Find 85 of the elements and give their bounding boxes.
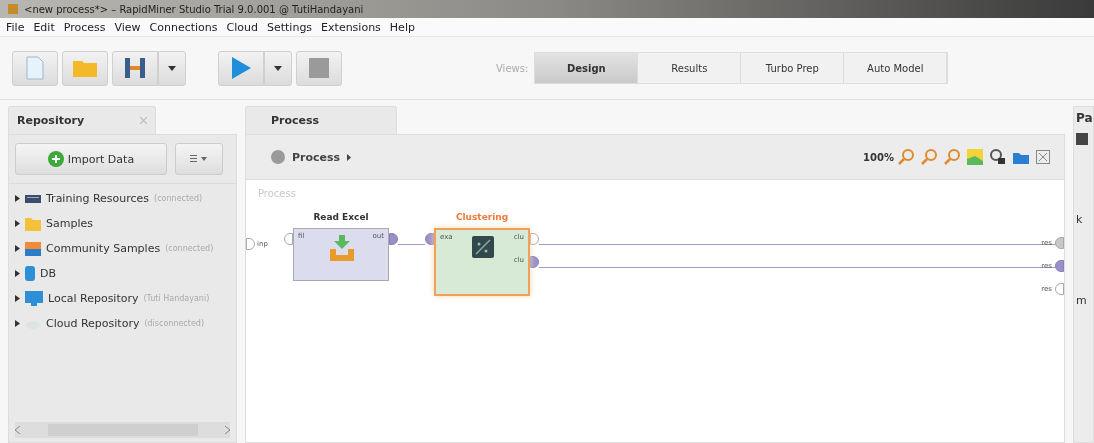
menu-item[interactable]: Help [389, 20, 415, 34]
menu-item[interactable]: Process [63, 20, 106, 34]
zoom-fit-icon[interactable] [944, 149, 960, 165]
operator-title: Clustering [455, 212, 509, 222]
expand-arrow-icon[interactable] [15, 320, 20, 327]
expand-arrow-icon[interactable] [15, 295, 20, 302]
repository-item[interactable]: DB [40, 267, 57, 280]
view-tab[interactable]: Results [638, 53, 742, 83]
import-data-button[interactable]: Import Data [15, 143, 167, 175]
stop-icon [309, 58, 329, 78]
excel-import-icon [330, 235, 354, 261]
breadcrumb-link[interactable]: Process [292, 150, 341, 164]
menu-button[interactable] [175, 143, 223, 175]
menu-item[interactable]: Edit [33, 20, 55, 34]
views-label: Views: [496, 62, 529, 74]
monitor-icon [25, 291, 43, 306]
caret-right-icon[interactable] [347, 153, 352, 161]
stop-button[interactable] [296, 50, 342, 86]
document-icon [25, 56, 45, 80]
expand-arrow-icon[interactable] [15, 245, 20, 252]
caret-icon [274, 65, 282, 71]
app-icon [8, 4, 18, 14]
process-tab[interactable]: Process [245, 106, 397, 134]
status-note: (disconnected) [144, 319, 205, 328]
plus-circle-icon [47, 151, 64, 167]
save-button[interactable] [112, 50, 158, 86]
caret-icon [168, 65, 176, 71]
expand-arrow-icon[interactable] [15, 195, 20, 202]
view-tab[interactable]: Turbo Prep [741, 53, 845, 83]
output-port[interactable] [530, 256, 539, 268]
menu-item[interactable]: Settings [267, 20, 313, 34]
scroll-right-icon[interactable] [225, 426, 230, 434]
output-port[interactable] [530, 233, 539, 245]
repository-tab[interactable]: Repository [8, 106, 156, 134]
folders-icon[interactable] [1013, 150, 1029, 164]
window-title: <new process*> – RapidMiner Studio Trial 9.0.001 @ TutiHandayani [24, 3, 364, 15]
repository-item[interactable]: Training Resources [46, 192, 150, 205]
repository-item[interactable]: Cloud Repository [46, 317, 140, 330]
fullscreen-icon[interactable] [1036, 150, 1050, 164]
menu-item[interactable]: Cloud [226, 20, 258, 34]
result-port[interactable] [1055, 237, 1064, 249]
menu-icon [190, 155, 208, 163]
menu-item[interactable]: Connections [149, 20, 218, 34]
status-note: (Tuti Handayani) [143, 294, 210, 303]
result-port[interactable] [1055, 260, 1064, 272]
scroll-left-icon[interactable] [15, 426, 20, 434]
view-tab[interactable]: Design [535, 53, 639, 83]
menu-item[interactable]: Extensions [321, 20, 381, 34]
new-document-button[interactable] [12, 50, 58, 86]
horizontal-scrollbar[interactable] [15, 422, 230, 438]
play-icon [230, 56, 252, 80]
panel-title: Pa [1076, 111, 1093, 125]
input-port[interactable] [246, 238, 255, 250]
database-icon [25, 266, 35, 281]
parameter-label: m [1076, 294, 1088, 307]
run-dropdown[interactable] [264, 50, 292, 86]
zoom-out-icon[interactable] [921, 149, 937, 165]
run-button[interactable] [218, 50, 264, 86]
connection-wire [398, 244, 425, 246]
menu-item[interactable]: View [114, 20, 141, 34]
parameter-label: k [1076, 213, 1084, 226]
repository-item[interactable]: Local Repository [48, 292, 139, 305]
menu-item[interactable]: File [6, 20, 25, 34]
scatter-chart-icon [472, 236, 494, 258]
repository-item[interactable]: Samples [46, 217, 93, 230]
output-port[interactable] [389, 233, 398, 245]
operator-icon [1076, 133, 1088, 145]
expand-arrow-icon[interactable] [15, 270, 20, 277]
view-tab[interactable]: Auto Model [844, 53, 948, 83]
zoom-level: 100% [863, 151, 894, 163]
note-icon[interactable] [967, 149, 983, 165]
community-icon [25, 241, 41, 256]
repository-item[interactable]: Community Samples [46, 242, 161, 255]
result-port[interactable] [1055, 283, 1064, 295]
circle-icon [271, 150, 285, 164]
folder-icon [72, 58, 98, 78]
close-icon[interactable] [140, 117, 147, 124]
tab-title: Repository [17, 114, 85, 127]
zoom-in-icon[interactable] [898, 149, 914, 165]
server-icon [25, 192, 41, 205]
save-dropdown[interactable] [158, 50, 186, 86]
operator-title: Read Excel [313, 212, 369, 222]
expand-arrow-icon[interactable] [15, 220, 20, 227]
save-icon [124, 57, 146, 79]
folder-icon [25, 216, 41, 231]
